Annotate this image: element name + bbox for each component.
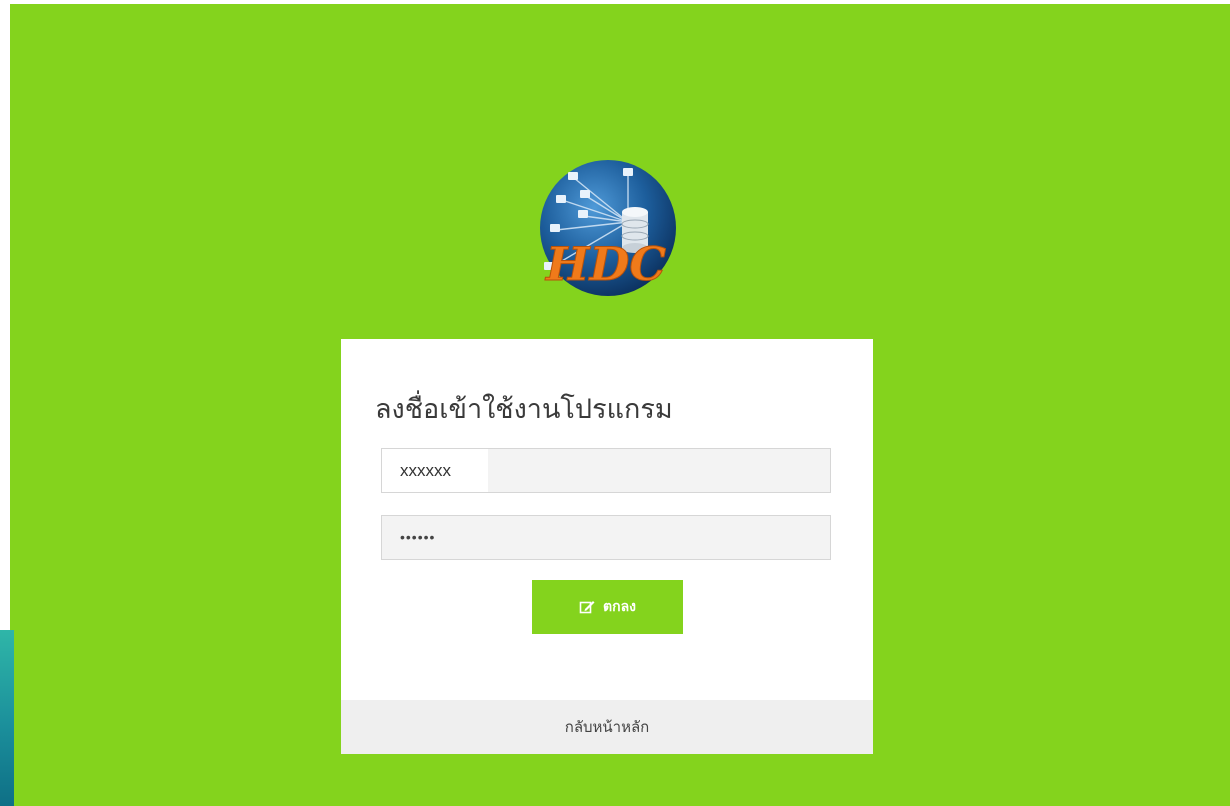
login-panel: ลงชื่อเข้าใช้งานโปรแกรม xxxxxx •••••• ตก… (341, 339, 873, 754)
login-title: ลงชื่อเข้าใช้งานโปรแกรม (375, 394, 673, 425)
globe-network-database-icon: HDC (540, 160, 676, 296)
username-input[interactable]: xxxxxx (381, 448, 831, 493)
password-value: •••••• (400, 529, 436, 545)
hdc-logo: HDC (526, 160, 690, 300)
username-value: xxxxxx (400, 461, 451, 480)
left-edge-decoration (0, 630, 14, 806)
submit-label: ตกลง (603, 599, 636, 615)
back-to-home-link[interactable]: กลับหน้าหลัก (565, 715, 650, 739)
password-input[interactable]: •••••• (381, 515, 831, 560)
submit-button[interactable]: ตกลง (532, 580, 683, 634)
login-page: HDC ลงชื่อเข้าใช้งานโปรแกรม xxxxxx •••••… (0, 0, 1230, 806)
edit-icon (579, 599, 595, 615)
panel-footer: กลับหน้าหลัก (341, 700, 873, 754)
svg-text:HDC: HDC (544, 237, 666, 291)
